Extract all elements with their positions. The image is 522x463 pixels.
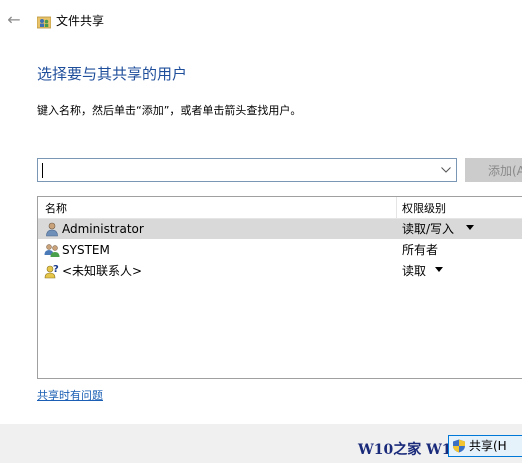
- user-name: Administrator: [62, 222, 144, 236]
- user-name: <未知联系人>: [62, 264, 143, 278]
- permission-level[interactable]: 读取: [402, 263, 426, 279]
- user-permission-list[interactable]: 名称 权限级别 Administrator 读取/写入 SYSTEM 所有者 ?…: [37, 196, 522, 379]
- list-item-unknown-contact[interactable]: ? <未知联系人> 读取: [38, 261, 522, 281]
- back-arrow-icon[interactable]: ←: [4, 10, 24, 30]
- svg-text:?: ?: [53, 264, 59, 275]
- unknown-contact-icon: ?: [44, 263, 60, 279]
- list-item-administrator[interactable]: Administrator 读取/写入: [38, 219, 522, 239]
- instruction-text: 键入名称，然后单击“添加”，或者单击箭头查找用户。: [37, 104, 302, 117]
- user-icon: [44, 221, 60, 237]
- list-item-system[interactable]: SYSTEM 所有者: [38, 240, 522, 260]
- people-share-icon: [36, 14, 52, 29]
- text-caret: [42, 163, 43, 178]
- column-header-permission[interactable]: 权限级别: [402, 200, 446, 216]
- share-button-label: 共享(H: [469, 439, 507, 453]
- users-group-icon: [44, 242, 60, 258]
- list-header: 名称 权限级别: [38, 197, 522, 219]
- column-divider: [396, 197, 397, 218]
- permission-level: 所有者: [402, 243, 439, 257]
- add-button[interactable]: 添加(A: [465, 158, 522, 182]
- permission-dropdown-icon[interactable]: [435, 267, 443, 272]
- permission-level[interactable]: 读取/写入: [402, 221, 454, 237]
- user-name: SYSTEM: [62, 243, 110, 257]
- page-heading: 选择要与其共享的用户: [37, 65, 188, 83]
- uac-shield-icon: [452, 439, 466, 453]
- share-button[interactable]: 共享(H: [448, 435, 522, 457]
- chevron-down-icon[interactable]: [436, 159, 456, 181]
- window-title: 文件共享: [56, 14, 105, 28]
- user-name-combobox[interactable]: [37, 158, 457, 182]
- column-header-name[interactable]: 名称: [45, 200, 67, 216]
- sharing-help-link[interactable]: 共享时有问题: [37, 388, 103, 404]
- permission-dropdown-icon[interactable]: [466, 225, 474, 230]
